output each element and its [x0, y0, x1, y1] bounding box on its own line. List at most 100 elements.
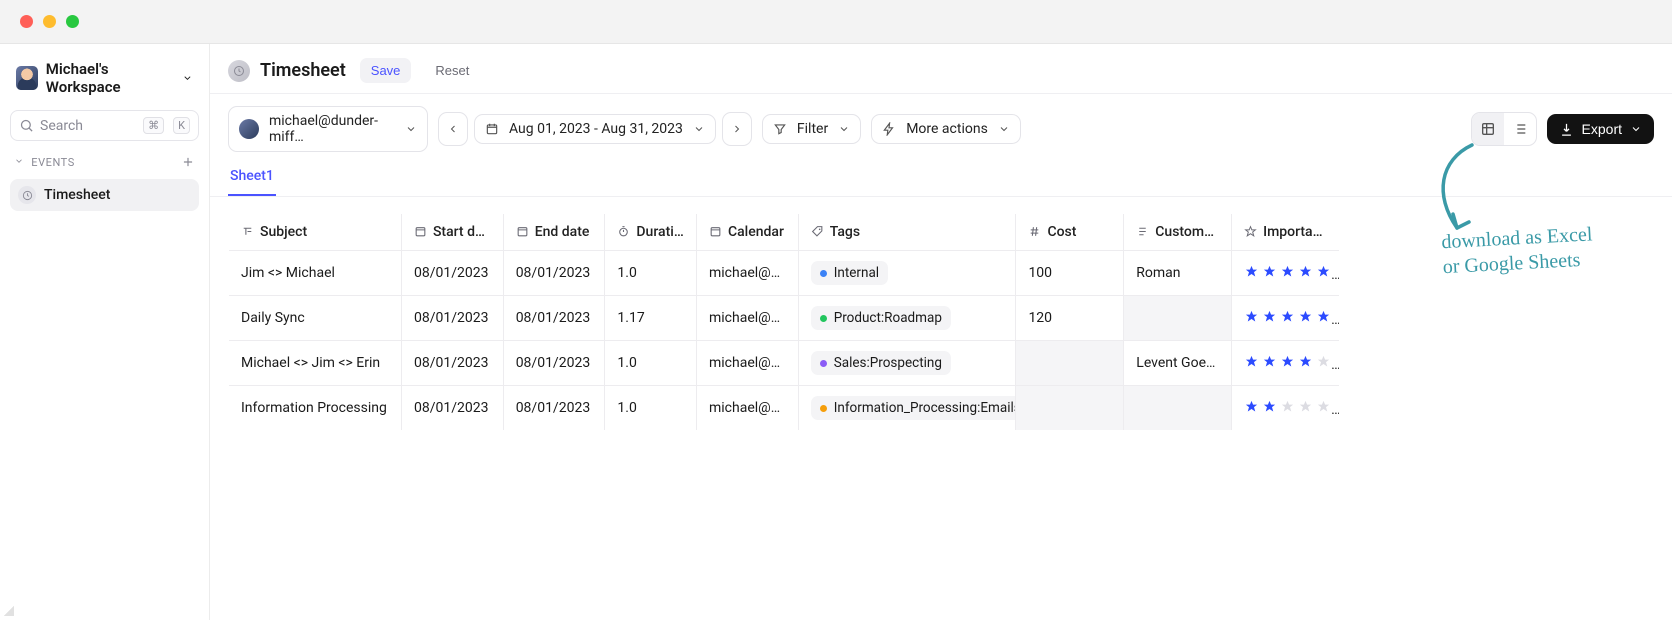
cell-calendar[interactable]: michael@du… — [696, 251, 798, 296]
table-row[interactable]: Jim <> Michael08/01/202308/01/20231.0mic… — [229, 251, 1340, 296]
star-icon[interactable] — [1244, 399, 1259, 418]
tab-sheet1[interactable]: Sheet1 — [228, 162, 276, 196]
cell-duration[interactable]: 1.0 — [605, 341, 697, 386]
hash-icon — [1028, 225, 1041, 238]
star-icon[interactable] — [1280, 309, 1295, 328]
cell-calendar[interactable]: michael@du… — [696, 341, 798, 386]
cell-tags[interactable]: Information_Processing:Emails — [798, 386, 1016, 431]
star-icon[interactable] — [1316, 264, 1331, 283]
star-icon[interactable] — [1298, 309, 1313, 328]
star-icon[interactable] — [1244, 309, 1259, 328]
cell-subject[interactable]: Michael <> Jim <> Erin — [229, 341, 402, 386]
cell-customer[interactable]: Levent Goebel — [1124, 341, 1232, 386]
tag-chip[interactable]: Product:Roadmap — [811, 306, 951, 330]
cell-importance[interactable] — [1232, 251, 1340, 296]
tag-chip[interactable]: Internal — [811, 261, 888, 285]
cell-cost[interactable] — [1016, 386, 1124, 431]
tag-chip[interactable]: Sales:Prospecting — [811, 351, 951, 375]
cell-subject[interactable]: Daily Sync — [229, 296, 402, 341]
star-icon[interactable] — [1244, 354, 1259, 373]
star-icon[interactable] — [1262, 309, 1277, 328]
col-start[interactable]: Start date — [401, 214, 503, 251]
tag-dot-icon — [820, 270, 827, 277]
search-placeholder: Search — [40, 118, 83, 134]
col-end[interactable]: End date — [503, 214, 605, 251]
col-importance[interactable]: Importance — [1232, 214, 1340, 251]
cell-subject[interactable]: Information Processing — [229, 386, 402, 431]
cell-cost[interactable]: 120 — [1016, 296, 1124, 341]
more-actions-button[interactable]: More actions — [871, 114, 1021, 144]
star-icon[interactable] — [1316, 309, 1331, 328]
table-row[interactable]: Daily Sync08/01/202308/01/20231.17michae… — [229, 296, 1340, 341]
cell-cost[interactable]: 100 — [1016, 251, 1124, 296]
view-list-button[interactable] — [1504, 113, 1536, 145]
cell-start[interactable]: 08/01/2023 — [401, 296, 503, 341]
filter-button[interactable]: Filter — [762, 114, 861, 144]
star-icon[interactable] — [1280, 354, 1295, 373]
col-customer[interactable]: Customer… — [1124, 214, 1232, 251]
star-icon[interactable] — [1316, 354, 1331, 373]
account-picker[interactable]: michael@dunder-miff… — [228, 106, 428, 152]
chevron-down-icon — [998, 123, 1010, 135]
workspace-switcher[interactable]: Michael's Workspace — [10, 56, 199, 100]
cell-calendar[interactable]: michael@du… — [696, 296, 798, 341]
col-calendar[interactable]: Calendar — [696, 214, 798, 251]
star-icon[interactable] — [1262, 399, 1277, 418]
tag-chip[interactable]: Information_Processing:Emails — [811, 396, 1016, 420]
cell-end[interactable]: 08/01/2023 — [503, 251, 605, 296]
cell-subject[interactable]: Jim <> Michael — [229, 251, 402, 296]
col-tags[interactable]: Tags — [798, 214, 1016, 251]
export-button[interactable]: Export — [1547, 114, 1654, 144]
next-period-button[interactable] — [722, 112, 752, 146]
filter-icon — [773, 122, 787, 136]
star-icon[interactable] — [1298, 354, 1313, 373]
cell-tags[interactable]: Product:Roadmap — [798, 296, 1016, 341]
cell-start[interactable]: 08/01/2023 — [401, 341, 503, 386]
cell-cost[interactable] — [1016, 341, 1124, 386]
cell-start[interactable]: 08/01/2023 — [401, 251, 503, 296]
col-cost[interactable]: Cost — [1016, 214, 1124, 251]
cell-customer[interactable] — [1124, 296, 1232, 341]
cell-duration[interactable]: 1.0 — [605, 251, 697, 296]
save-button[interactable]: Save — [360, 58, 412, 83]
view-table-button[interactable] — [1472, 113, 1504, 145]
reset-button[interactable]: Reset — [425, 58, 479, 83]
cell-end[interactable]: 08/01/2023 — [503, 296, 605, 341]
view-toggle — [1471, 112, 1537, 146]
star-icon[interactable] — [1298, 264, 1313, 283]
col-subject[interactable]: Subject — [229, 214, 402, 251]
cell-duration[interactable]: 1.0 — [605, 386, 697, 431]
window-close-icon[interactable] — [20, 15, 33, 28]
cell-importance[interactable] — [1232, 341, 1340, 386]
sidebar-item-timesheet[interactable]: Timesheet — [10, 179, 199, 211]
cell-importance[interactable] — [1232, 296, 1340, 341]
cell-calendar[interactable]: michael@du… — [696, 386, 798, 431]
plus-icon[interactable] — [181, 155, 195, 169]
search-input[interactable]: Search ⌘ K — [10, 110, 199, 141]
cell-importance[interactable] — [1232, 386, 1340, 431]
tag-dot-icon — [820, 405, 827, 412]
table-row[interactable]: Information Processing08/01/202308/01/20… — [229, 386, 1340, 431]
star-icon[interactable] — [1280, 399, 1295, 418]
cell-customer[interactable]: Roman — [1124, 251, 1232, 296]
table-row[interactable]: Michael <> Jim <> Erin08/01/202308/01/20… — [229, 341, 1340, 386]
col-duration[interactable]: Duration — [605, 214, 697, 251]
window-zoom-icon[interactable] — [66, 15, 79, 28]
sidebar-section-events[interactable]: EVENTS — [10, 151, 199, 169]
prev-period-button[interactable] — [438, 112, 468, 146]
cell-end[interactable]: 08/01/2023 — [503, 341, 605, 386]
cell-customer[interactable] — [1124, 386, 1232, 431]
star-icon[interactable] — [1316, 399, 1331, 418]
star-icon[interactable] — [1262, 354, 1277, 373]
window-minimize-icon[interactable] — [43, 15, 56, 28]
star-icon[interactable] — [1262, 264, 1277, 283]
cell-duration[interactable]: 1.17 — [605, 296, 697, 341]
cell-start[interactable]: 08/01/2023 — [401, 386, 503, 431]
star-icon[interactable] — [1280, 264, 1295, 283]
cell-tags[interactable]: Internal — [798, 251, 1016, 296]
cell-tags[interactable]: Sales:Prospecting — [798, 341, 1016, 386]
date-range-picker[interactable]: Aug 01, 2023 - Aug 31, 2023 — [474, 114, 716, 144]
star-icon[interactable] — [1298, 399, 1313, 418]
star-icon[interactable] — [1244, 264, 1259, 283]
cell-end[interactable]: 08/01/2023 — [503, 386, 605, 431]
